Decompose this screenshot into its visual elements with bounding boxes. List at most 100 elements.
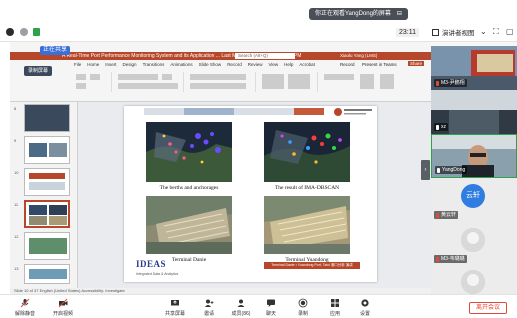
- participant-name-tag: YangDong: [435, 166, 468, 174]
- shared-screen[interactable]: A Real-Time Port Performance Monitoring …: [10, 42, 431, 294]
- mic-on-icon: [437, 167, 440, 173]
- members-icon: [237, 299, 245, 307]
- designer-button[interactable]: [360, 74, 374, 89]
- collapse-panel-handle[interactable]: ›: [421, 160, 430, 180]
- mic-on-icon: [436, 124, 439, 130]
- slide-header-banner: [124, 106, 377, 118]
- participant-panel: M3-尹鹏翔 xz YangDong 云轩 黄云轩 M3-韦璐璐: [431, 42, 517, 294]
- ribbon-tool[interactable]: [76, 74, 86, 80]
- shapes-gallery[interactable]: [262, 74, 284, 89]
- paragraph-row[interactable]: [190, 74, 246, 80]
- security-shield-icon[interactable]: [20, 28, 28, 36]
- slide-thumbnail-active[interactable]: [24, 200, 70, 228]
- menu-file[interactable]: File: [74, 62, 81, 67]
- menu-help[interactable]: Help: [284, 62, 293, 67]
- powerpoint-ribbon: A Real-Time Port Performance Monitoring …: [10, 42, 431, 102]
- ppt-search-box[interactable]: Search (Alt+Q): [235, 53, 295, 59]
- participant-tile[interactable]: 云轩 黄云轩: [431, 178, 517, 222]
- slide-thumbnail[interactable]: [24, 232, 70, 260]
- participant-name-tag: M3-尹鹏翔: [434, 79, 467, 87]
- banner-control-icon[interactable]: ⊟: [397, 8, 402, 20]
- current-slide[interactable]: The berths and anchorages The result of …: [124, 106, 377, 282]
- minimize-icon[interactable]: ⌄: [480, 27, 487, 36]
- settings-button[interactable]: 设置: [350, 298, 380, 317]
- invite-icon: [205, 299, 214, 307]
- thumb-number: 10: [14, 170, 19, 175]
- ppt-share-button[interactable]: Share: [408, 61, 425, 66]
- ideas-logo-subtitle: Integrated Data & Analytics: [136, 272, 179, 276]
- avatar: [461, 228, 485, 252]
- chat-button[interactable]: 聊天: [256, 298, 286, 317]
- dictate-button[interactable]: [380, 74, 394, 89]
- font-size-selector[interactable]: [162, 74, 172, 80]
- ribbon-group-font: [114, 72, 184, 92]
- ppt-menu-bar: File Home Insert Design Transitions Anim…: [74, 62, 315, 67]
- share-screen-button[interactable]: 共享屏幕: [160, 298, 190, 317]
- participant-tile[interactable]: M3-尹鹏翔: [431, 46, 517, 90]
- ppt-record-button[interactable]: Record: [340, 62, 355, 67]
- menu-transitions[interactable]: Transitions: [143, 62, 165, 67]
- find-button[interactable]: [324, 74, 354, 80]
- viewing-screen-text: 你正在观看YangDong的屏幕: [315, 11, 391, 17]
- menu-acrobat[interactable]: Acrobat: [299, 62, 315, 67]
- menu-insert[interactable]: Insert: [105, 62, 116, 67]
- powerpoint-title-bar: A Real-Time Port Performance Monitoring …: [10, 52, 431, 60]
- thumb-number: 9: [14, 138, 17, 143]
- meeting-top-bar: 23:11 演讲者视图 ⌄ ⛶ ▢: [0, 22, 517, 42]
- slide-thumbnail[interactable]: [24, 136, 70, 164]
- meeting-toolbar: 解除静音 开启视频 共享屏幕 邀请 成员(86) 聊天 录制 应用 设置 离开会…: [0, 294, 517, 318]
- settings-icon: [361, 299, 369, 307]
- menu-slideshow[interactable]: Slide Show: [199, 62, 222, 67]
- apps-button[interactable]: 应用: [320, 298, 350, 317]
- record-button[interactable]: 录制: [288, 298, 318, 317]
- avatar: 云轩: [461, 184, 485, 208]
- view-mode-label: 演讲者视图: [442, 30, 475, 37]
- speaker-view-toggle[interactable]: 演讲者视图: [432, 27, 475, 37]
- participant-tile-speaking[interactable]: YangDong: [431, 134, 517, 178]
- ribbon-group-editing: [320, 72, 428, 92]
- viewing-screen-pill[interactable]: 你正在观看YangDong的屏幕 ⊟: [309, 8, 408, 20]
- ppt-present-teams-button[interactable]: Present in Teams: [362, 62, 397, 67]
- arrange-button[interactable]: [288, 74, 310, 89]
- chat-icon: [267, 299, 275, 307]
- participant-tile[interactable]: xz: [431, 90, 517, 134]
- participant-tile[interactable]: M3-韦璐璐: [431, 222, 517, 266]
- participant-tile[interactable]: [431, 266, 517, 294]
- fullscreen-icon[interactable]: ⛶: [493, 27, 499, 37]
- menu-animations[interactable]: Animations: [170, 62, 192, 67]
- ribbon-tool[interactable]: [90, 74, 100, 80]
- ribbon-tool[interactable]: [76, 83, 86, 89]
- menu-review[interactable]: Review: [248, 62, 263, 67]
- record-icon: [298, 298, 308, 308]
- menu-record[interactable]: Record: [227, 62, 242, 67]
- slide-thumbnail[interactable]: [24, 264, 70, 284]
- menu-home[interactable]: Home: [87, 62, 99, 67]
- window-icon[interactable]: ▢: [506, 27, 514, 36]
- leave-meeting-button[interactable]: 离开会议: [469, 302, 507, 314]
- invite-button[interactable]: 邀请: [194, 298, 224, 317]
- sharing-indicator: 正在共享: [40, 46, 71, 55]
- participant-name-tag: M3-韦璐璐: [434, 255, 467, 263]
- slide-thumbnail[interactable]: [24, 168, 70, 196]
- berths-map-image: [146, 122, 232, 182]
- slide-thumbnail[interactable]: [24, 104, 70, 132]
- network-signal-icon: [33, 28, 40, 36]
- meeting-info-icon[interactable]: [6, 28, 14, 36]
- menu-design[interactable]: Design: [123, 62, 137, 67]
- video-off-icon: [58, 298, 68, 308]
- members-button[interactable]: 成员(86): [226, 298, 256, 317]
- thumb-number: 11: [14, 202, 19, 207]
- slide-footer-bar: Terminal Danie • Yuandong Port, Taixi 港口…: [264, 262, 360, 269]
- thumb-number: 8: [14, 106, 17, 111]
- terminal-yuandong-image: [264, 196, 350, 254]
- alignment-row[interactable]: [190, 83, 246, 89]
- menu-view[interactable]: View: [268, 62, 278, 67]
- slide-thumbnail-panel[interactable]: 8 9 10 11 12 13: [10, 102, 78, 288]
- mic-muted-icon: [436, 80, 439, 86]
- terminal-danie-image: [146, 196, 232, 254]
- start-video-button[interactable]: 开启视频: [48, 298, 78, 317]
- font-selector[interactable]: [118, 74, 158, 80]
- unmute-button[interactable]: 解除静音: [10, 298, 40, 317]
- mic-off-icon: [20, 298, 30, 308]
- font-style-row[interactable]: [118, 83, 178, 89]
